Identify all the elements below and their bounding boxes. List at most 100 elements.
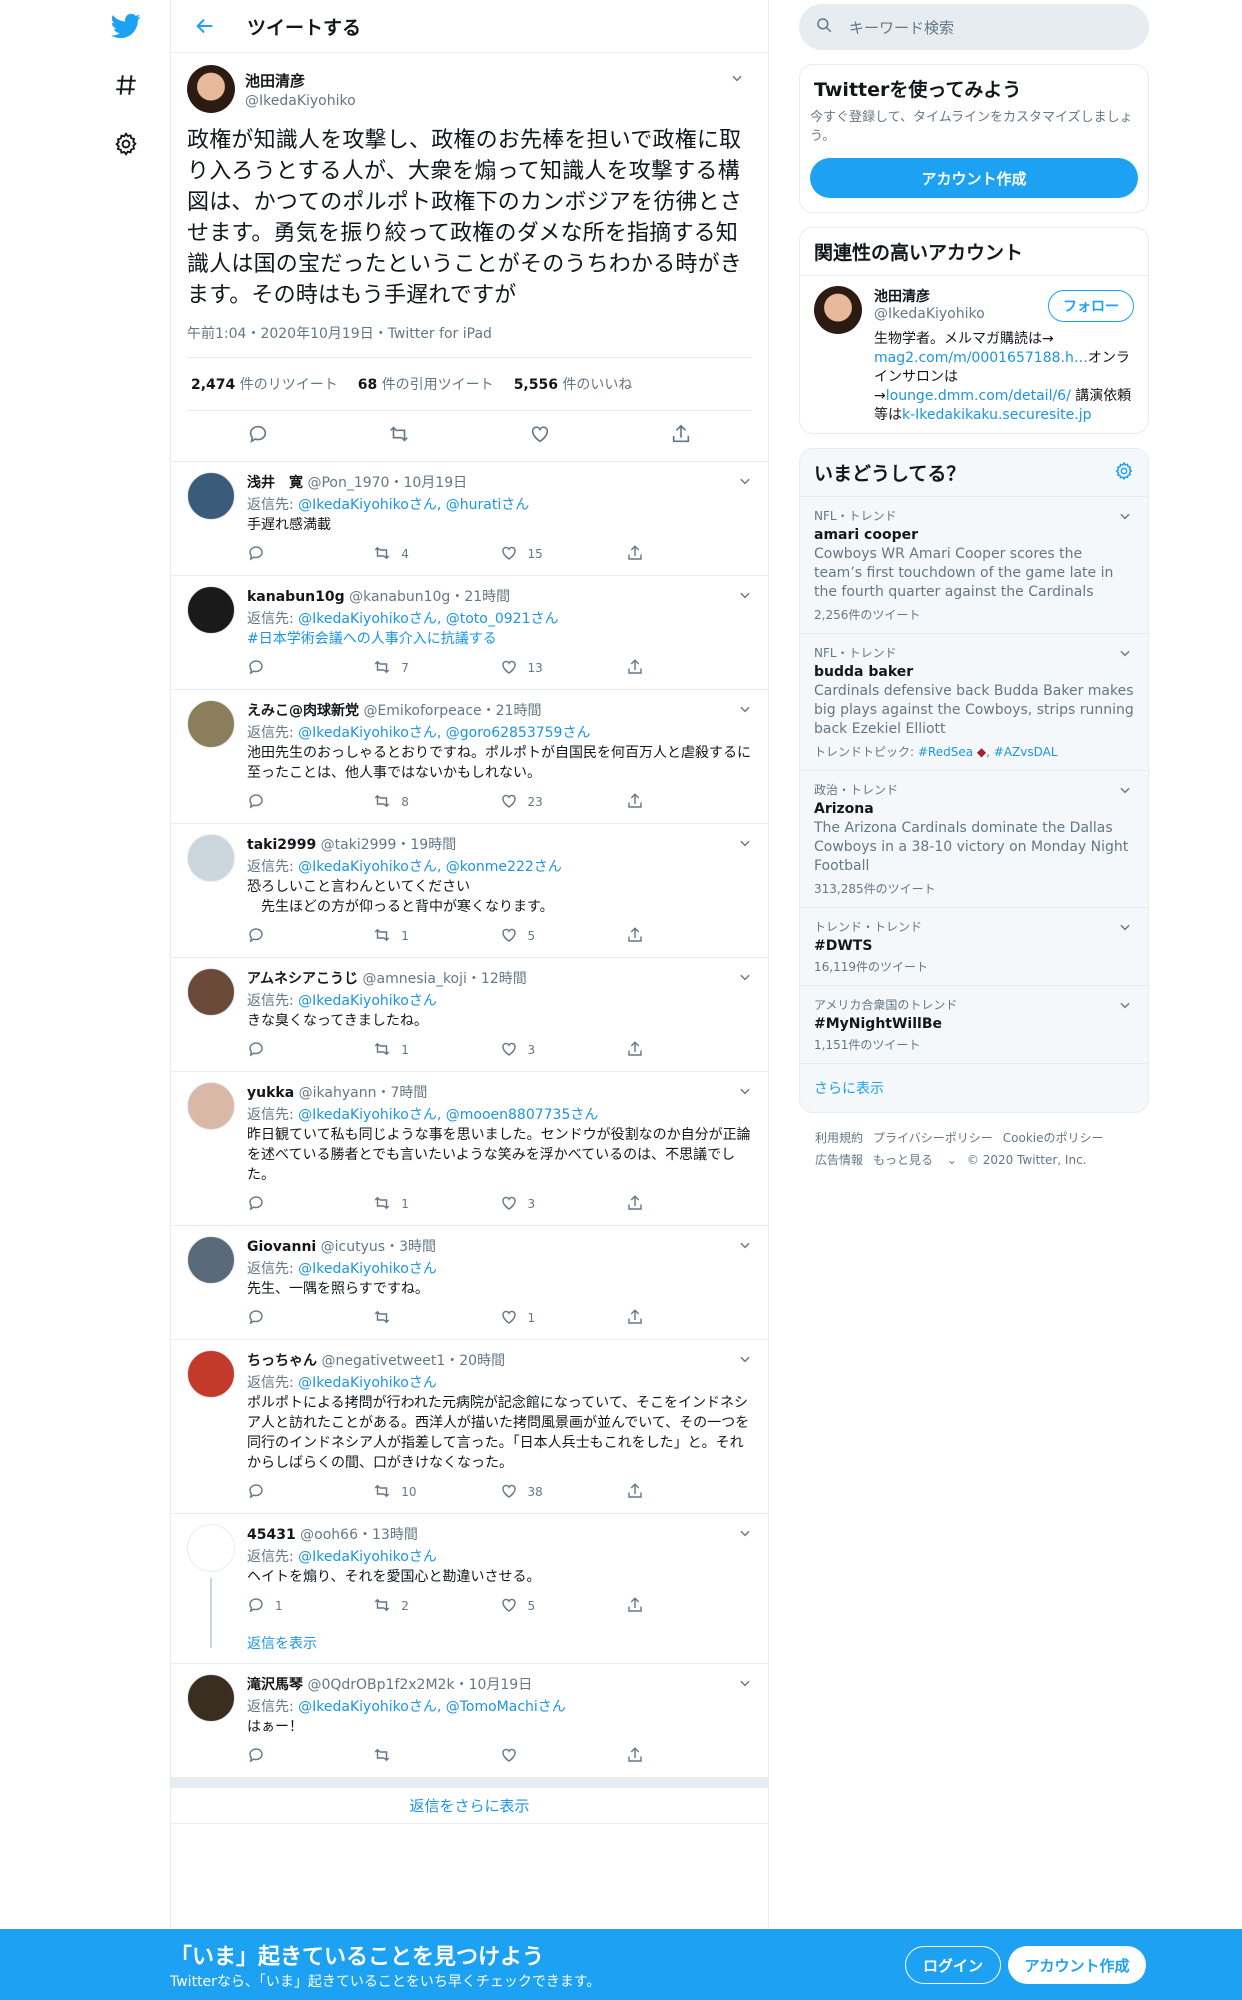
- trend-name[interactable]: budda baker: [814, 664, 1134, 680]
- retweet-icon[interactable]: [373, 658, 391, 679]
- related-handle[interactable]: @IkedaKiyohiko: [874, 306, 985, 322]
- chevron-down-icon[interactable]: [734, 1672, 756, 1694]
- share-action[interactable]: [626, 1482, 752, 1503]
- like-heart-icon[interactable]: [500, 658, 518, 679]
- share-action[interactable]: [626, 926, 752, 947]
- chevron-down-icon[interactable]: [1114, 779, 1136, 801]
- reply-avatar[interactable]: [187, 1082, 235, 1130]
- share-icon[interactable]: [626, 1746, 644, 1767]
- chevron-down-icon[interactable]: [734, 698, 756, 720]
- reply-author-handle[interactable]: @negativetweet1: [321, 1353, 445, 1369]
- share-icon[interactable]: [626, 926, 644, 947]
- retweet-action[interactable]: 8: [373, 792, 499, 813]
- reply-time[interactable]: 3時間: [399, 1239, 436, 1255]
- like-heart-icon[interactable]: [500, 926, 518, 947]
- share-action[interactable]: [626, 1040, 752, 1061]
- reply-avatar[interactable]: [187, 1674, 235, 1722]
- trend-name[interactable]: #MyNightWillBe: [814, 1016, 1134, 1032]
- reply-action[interactable]: [247, 1746, 373, 1767]
- reply-icon[interactable]: [247, 1596, 265, 1617]
- reply-author-name[interactable]: taki2999: [247, 837, 316, 853]
- reply-action[interactable]: [247, 926, 373, 947]
- share-icon[interactable]: [670, 423, 692, 449]
- retweet-icon[interactable]: [373, 792, 391, 813]
- retweet-stat[interactable]: 2,474 件のリツイート: [191, 374, 338, 394]
- reply-time[interactable]: 21時間: [464, 589, 510, 605]
- reply-avatar[interactable]: [187, 834, 235, 882]
- reply-time[interactable]: 19時間: [410, 837, 456, 853]
- author-name[interactable]: 池田清彦: [245, 70, 356, 91]
- reply-icon[interactable]: [247, 1482, 265, 1503]
- reply-time[interactable]: 10月19日: [403, 475, 467, 491]
- retweet-icon[interactable]: [373, 1308, 391, 1329]
- retweet-action[interactable]: 4: [373, 544, 499, 565]
- share-action[interactable]: [626, 1308, 752, 1329]
- reply-author-handle[interactable]: @ooh66: [300, 1527, 358, 1543]
- retweet-icon[interactable]: [373, 1482, 391, 1503]
- retweet-action[interactable]: 7: [373, 658, 499, 679]
- share-icon[interactable]: [626, 1482, 644, 1503]
- chevron-down-icon[interactable]: [734, 1522, 756, 1544]
- reply-author-name[interactable]: Giovanni: [247, 1239, 316, 1255]
- footer-ads[interactable]: 広告情報: [815, 1153, 863, 1167]
- share-action[interactable]: [626, 544, 752, 565]
- like-action[interactable]: 15: [500, 544, 626, 565]
- like-heart-icon[interactable]: [500, 544, 518, 565]
- trend-item[interactable]: NFL・トレンド amari cooper Cowboys WR Amari Coo…: [800, 496, 1148, 633]
- reply-icon[interactable]: [247, 792, 265, 813]
- replying-to-links[interactable]: @IkedaKiyohikoさん, @huratiさん: [298, 497, 529, 513]
- reply-author-name[interactable]: yukka: [247, 1085, 294, 1101]
- retweet-icon[interactable]: [373, 1040, 391, 1061]
- reply-author-handle[interactable]: @icutyus: [321, 1239, 385, 1255]
- explore-hash-icon[interactable]: [104, 63, 148, 107]
- replying-to-links[interactable]: @IkedaKiyohikoさん: [298, 1375, 437, 1391]
- reply-author-name[interactable]: 45431: [247, 1527, 296, 1543]
- like-action[interactable]: 38: [500, 1482, 626, 1503]
- share-icon[interactable]: [626, 544, 644, 565]
- reply-author-handle[interactable]: @amnesia_koji: [362, 971, 466, 987]
- retweet-icon[interactable]: [373, 926, 391, 947]
- reply-action[interactable]: 1: [247, 1596, 373, 1617]
- retweet-action[interactable]: 1: [373, 1194, 499, 1215]
- retweet-action[interactable]: 2: [373, 1596, 499, 1617]
- share-icon[interactable]: [626, 1596, 644, 1617]
- retweet-icon[interactable]: [373, 544, 391, 565]
- share-icon[interactable]: [626, 1308, 644, 1329]
- reply-time[interactable]: 21時間: [496, 703, 542, 719]
- trend-item[interactable]: NFL・トレンド budda baker Cardinals defensive b…: [800, 633, 1148, 770]
- chevron-down-icon[interactable]: [726, 67, 748, 89]
- reply-action[interactable]: [247, 1482, 373, 1503]
- share-icon[interactable]: [626, 1194, 644, 1215]
- chevron-down-icon[interactable]: [1114, 642, 1136, 664]
- chevron-down-icon[interactable]: [1114, 505, 1136, 527]
- replying-to-links[interactable]: @IkedaKiyohikoさん, @goro62853759さん: [298, 725, 590, 741]
- reply-icon[interactable]: [247, 423, 269, 449]
- chevron-down-icon[interactable]: [1114, 994, 1136, 1016]
- trend-item[interactable]: アメリカ合衆国のトレンド #MyNightWillBe 1,151件のツイート: [800, 985, 1148, 1063]
- like-heart-icon[interactable]: [529, 423, 551, 449]
- reply-avatar[interactable]: [187, 1350, 235, 1398]
- back-arrow-icon[interactable]: [183, 4, 227, 48]
- like-action[interactable]: 13: [500, 658, 626, 679]
- like-heart-icon[interactable]: [500, 1746, 518, 1767]
- like-heart-icon[interactable]: [500, 1040, 518, 1061]
- footer-cookies[interactable]: Cookieのポリシー: [1003, 1131, 1104, 1145]
- like-action[interactable]: 23: [500, 792, 626, 813]
- search-input[interactable]: キーワード検索: [799, 4, 1149, 50]
- reply-author-name[interactable]: ちっちゃん: [247, 1353, 317, 1369]
- footer-terms[interactable]: 利用規約: [815, 1131, 863, 1145]
- trend-name[interactable]: amari cooper: [814, 527, 1134, 543]
- like-heart-icon[interactable]: [500, 1308, 518, 1329]
- replying-to-links[interactable]: @IkedaKiyohikoさん, @TomoMachiさん: [298, 1699, 566, 1715]
- related-avatar[interactable]: [814, 286, 862, 334]
- author-handle[interactable]: @IkedaKiyohiko: [245, 93, 356, 109]
- settings-gear-icon[interactable]: [104, 122, 148, 166]
- show-more-replies-link[interactable]: 返信をさらに表示: [171, 1778, 768, 1824]
- reply-author-handle[interactable]: @taki2999: [321, 837, 397, 853]
- like-action[interactable]: 3: [500, 1194, 626, 1215]
- chevron-down-icon[interactable]: [734, 1348, 756, 1370]
- replying-to-links[interactable]: @IkedaKiyohikoさん: [298, 1261, 437, 1277]
- reply-author-handle[interactable]: @0QdrOBp1f2x2M2k: [307, 1677, 454, 1693]
- trend-name[interactable]: #DWTS: [814, 938, 1134, 954]
- retweet-action[interactable]: 1: [373, 926, 499, 947]
